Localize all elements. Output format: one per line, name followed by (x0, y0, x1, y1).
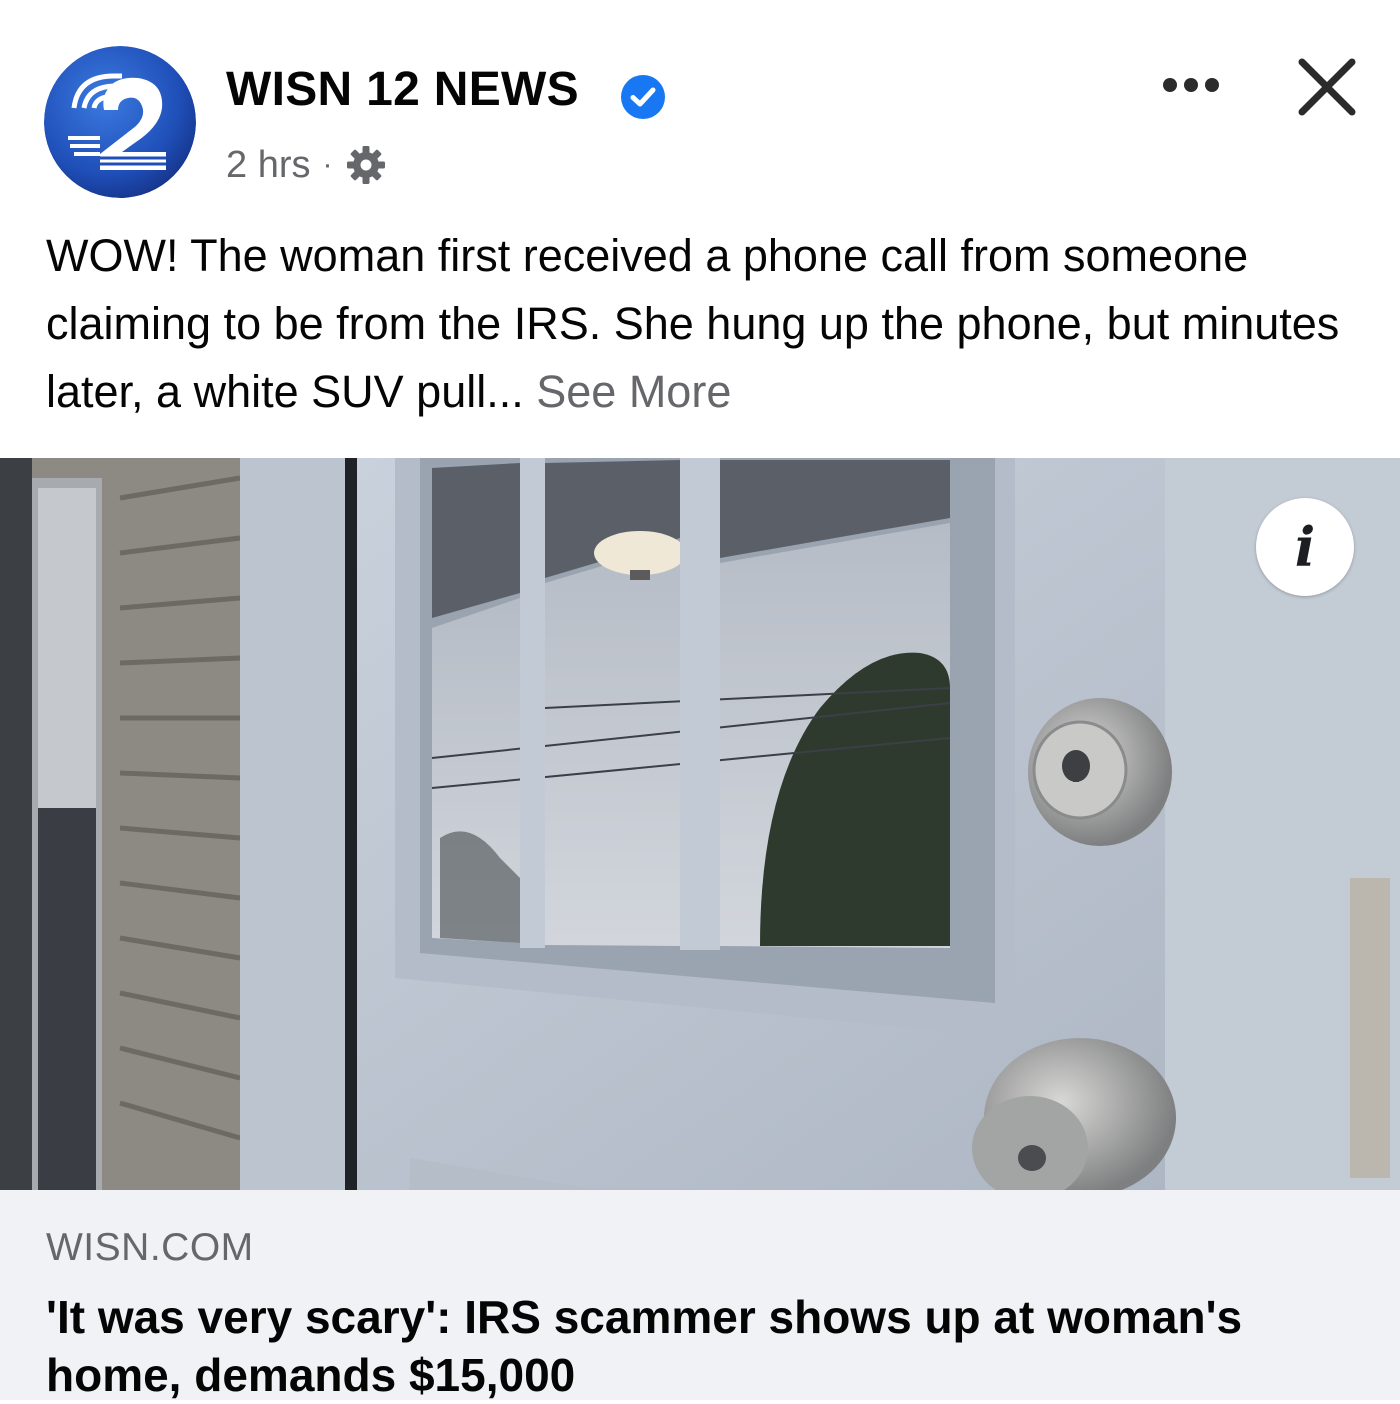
post-meta: 2 hrs · (226, 142, 388, 188)
close-icon[interactable] (1290, 50, 1364, 124)
front-door-photo (0, 458, 1400, 1190)
meta-separator: · (322, 148, 333, 181)
info-button[interactable]: i (1256, 498, 1354, 596)
more-options-button[interactable] (1156, 60, 1226, 110)
gear-icon[interactable] (344, 143, 388, 187)
post-caption: WOW! The woman first received a phone ca… (46, 222, 1366, 426)
post-timestamp[interactable]: 2 hrs (226, 144, 310, 187)
wisn-12-logo (44, 46, 196, 198)
link-title[interactable]: 'It was very scary': IRS scammer shows u… (46, 1288, 1366, 1404)
link-preview-card[interactable]: WISN.COM 'It was very scary': IRS scamme… (0, 1190, 1400, 1401)
info-icon: i (1294, 515, 1316, 579)
more-options-icon (1163, 78, 1177, 92)
link-domain: WISN.COM (46, 1226, 254, 1269)
news-feed-post: WISN 12 NEWS 2 hrs · WOW! The woman firs… (0, 0, 1400, 1401)
page-name[interactable]: WISN 12 NEWS (226, 62, 579, 117)
verified-badge-icon (621, 75, 665, 119)
post-image[interactable]: i (0, 458, 1400, 1190)
see-more-link[interactable]: See More (536, 366, 731, 417)
page-avatar[interactable] (44, 46, 196, 198)
